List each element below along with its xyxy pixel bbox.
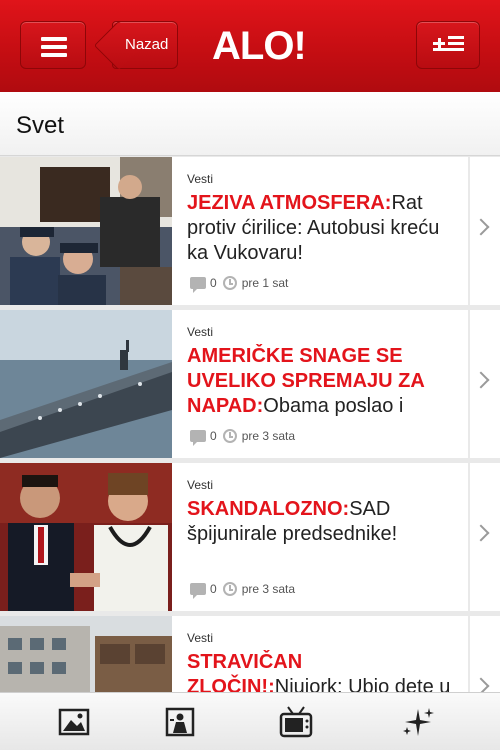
article-category: Vesti: [187, 325, 214, 339]
article-category: Vesti: [187, 478, 214, 492]
headline-text: Njujork: Ubio dete u: [274, 676, 451, 692]
chevron-right-icon: [472, 371, 490, 389]
back-button-label: Nazad: [125, 36, 169, 53]
gallery-button[interactable]: [54, 705, 94, 739]
article-headline[interactable]: SKANDALOZNO:SAD špijunirale predsednike!: [187, 497, 457, 547]
article-headline[interactable]: AMERIČKE SNAGE SE UVELIKO SPREMAJU ZA NA…: [187, 344, 457, 419]
back-button[interactable]: Nazad: [112, 21, 178, 69]
comment-count: 0: [210, 582, 217, 596]
comment-icon: [190, 277, 206, 293]
list-item[interactable]: Vesti AMERIČKE SNAGE SE UVELIKO SPREMAJU…: [0, 310, 500, 460]
open-article-button[interactable]: [470, 616, 500, 692]
gallery-icon: [58, 708, 90, 736]
headline-highlight: JEZIVA ATMOSFERA:: [187, 192, 392, 214]
article-time: pre 3 sata: [241, 582, 296, 596]
stars-icon: [403, 708, 434, 736]
article-headline[interactable]: STRAVIČAN ZLOČIN!:Njujork: Ubio dete u: [187, 650, 457, 692]
section-header: Svet: [0, 92, 500, 156]
article-thumbnail: [0, 463, 172, 611]
menu-icon-bar: [41, 45, 67, 49]
app-screen: Nazad ALO! Svet Vesti JEZIVA ATMOSFERA:R…: [0, 0, 500, 750]
article-time: pre 1 sat: [241, 276, 289, 290]
section-title: Svet: [16, 112, 65, 139]
chevron-right-icon: [472, 218, 490, 236]
font-size-button[interactable]: [416, 21, 480, 69]
comment-icon: [190, 583, 206, 599]
stars-button[interactable]: [398, 705, 438, 739]
tv-icon: [279, 706, 313, 738]
comment-count: 0: [210, 429, 217, 443]
tv-button[interactable]: [276, 705, 316, 739]
article-card[interactable]: Vesti SKANDALOZNO:SAD špijunirale predse…: [172, 463, 468, 611]
bottom-toolbar: [0, 692, 500, 750]
article-thumbnail: [0, 157, 172, 305]
clock-icon: [222, 276, 237, 290]
headline-text: Obama poslao i: [263, 395, 404, 417]
article-category: Vesti: [187, 631, 214, 645]
article-thumbnail: [0, 310, 172, 458]
menu-icon-bar: [41, 53, 67, 57]
article-card[interactable]: Vesti JEZIVA ATMOSFERA:Rat protiv ćirili…: [172, 157, 468, 305]
article-meta: 0 pre 3 sata: [190, 428, 296, 446]
news-list[interactable]: Vesti JEZIVA ATMOSFERA:Rat protiv ćirili…: [0, 157, 500, 692]
comment-icon: [190, 430, 206, 446]
clock-icon: [222, 582, 237, 596]
photo-person-button[interactable]: [160, 705, 200, 739]
article-meta: 0 pre 1 sat: [190, 275, 289, 293]
app-header: Nazad ALO!: [0, 0, 500, 92]
headline-highlight: SKANDALOZNO:: [187, 498, 350, 520]
article-headline[interactable]: JEZIVA ATMOSFERA:Rat protiv ćirilice: Au…: [187, 191, 457, 266]
menu-button[interactable]: [20, 21, 86, 69]
menu-icon: [41, 37, 67, 41]
article-card[interactable]: Vesti AMERIČKE SNAGE SE UVELIKO SPREMAJU…: [172, 310, 468, 458]
open-article-button[interactable]: [470, 157, 500, 305]
article-thumbnail: [0, 616, 172, 692]
photo-person-icon: [165, 707, 195, 737]
chevron-right-icon: [472, 677, 490, 692]
list-item[interactable]: Vesti STRAVIČAN ZLOČIN!:Njujork: Ubio de…: [0, 616, 500, 692]
open-article-button[interactable]: [470, 310, 500, 458]
list-item[interactable]: Vesti SKANDALOZNO:SAD špijunirale predse…: [0, 463, 500, 613]
open-article-button[interactable]: [470, 463, 500, 611]
article-meta: 0 pre 3 sata: [190, 581, 296, 599]
clock-icon: [222, 429, 237, 443]
article-time: pre 3 sata: [241, 429, 296, 443]
article-card[interactable]: Vesti STRAVIČAN ZLOČIN!:Njujork: Ubio de…: [172, 616, 468, 692]
logo: ALO!: [212, 24, 307, 68]
article-category: Vesti: [187, 172, 214, 186]
chevron-right-icon: [472, 524, 490, 542]
list-item[interactable]: Vesti JEZIVA ATMOSFERA:Rat protiv ćirili…: [0, 157, 500, 307]
comment-count: 0: [210, 276, 217, 290]
